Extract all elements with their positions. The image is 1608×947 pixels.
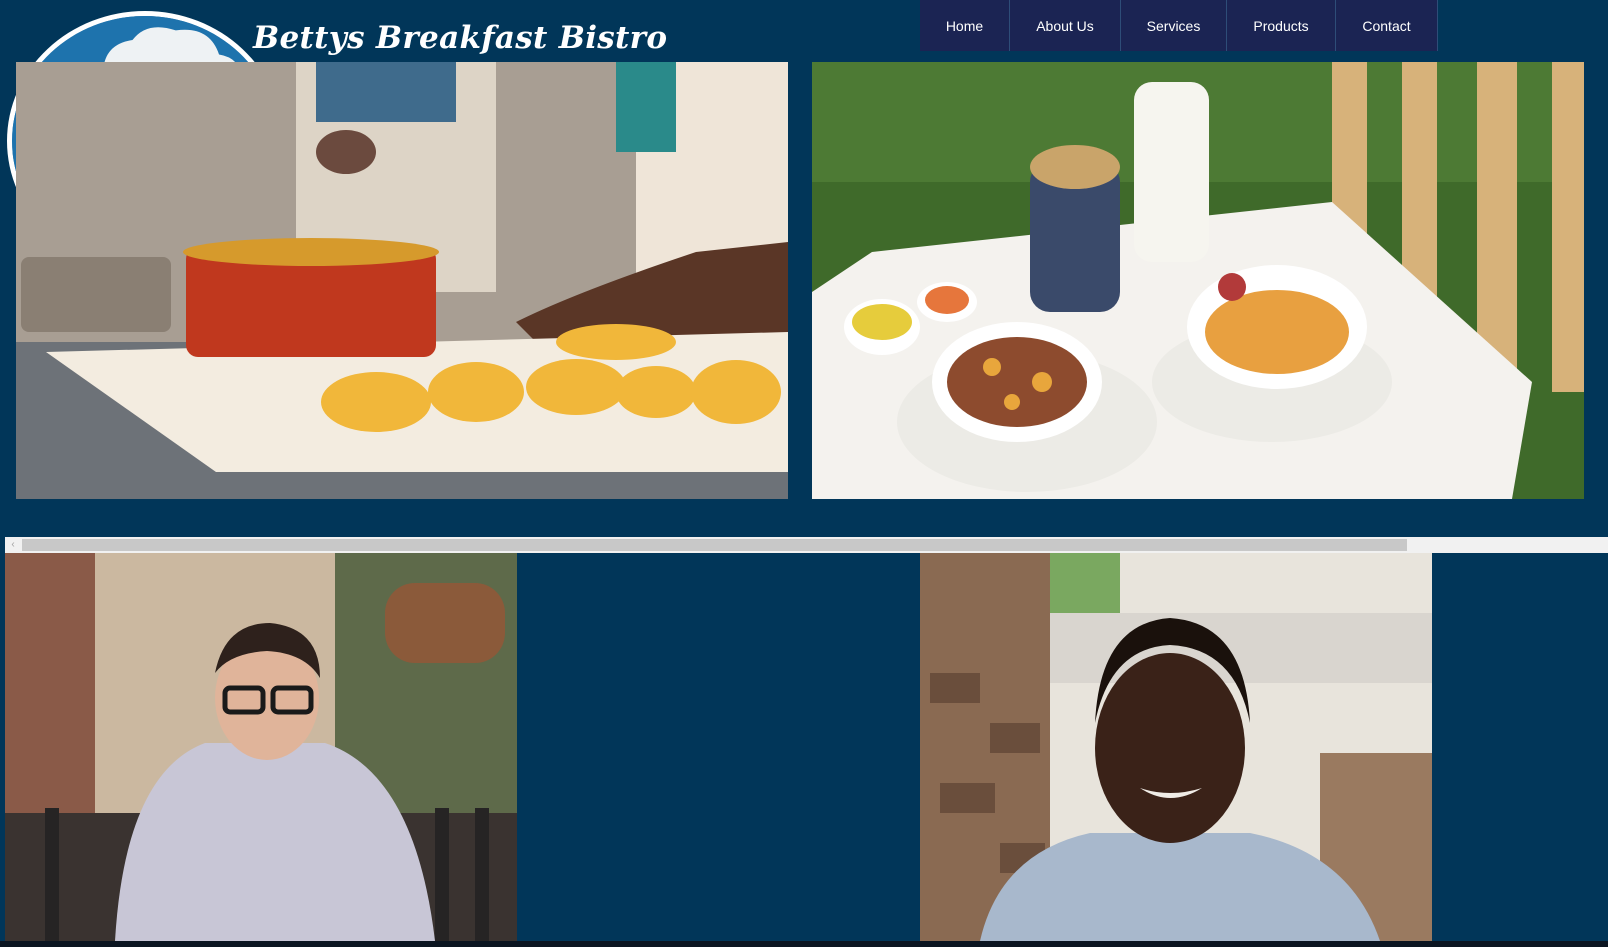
team-member-photo-2 xyxy=(920,553,1432,941)
site-title: Bettys Breakfast Bistro xyxy=(253,20,668,56)
nav-home[interactable]: Home xyxy=(920,0,1010,51)
kitchen-prep-photo xyxy=(16,62,788,499)
nav-about-us[interactable]: About Us xyxy=(1010,0,1121,51)
page-bottom-edge xyxy=(0,941,1608,947)
nav-products[interactable]: Products xyxy=(1227,0,1336,51)
horizontal-scrollbar[interactable]: ‹ xyxy=(5,537,1608,553)
breakfast-table-photo xyxy=(812,62,1584,499)
scrollbar-thumb[interactable] xyxy=(22,539,1407,551)
nav-services[interactable]: Services xyxy=(1121,0,1227,51)
scroll-left-icon[interactable]: ‹ xyxy=(5,537,21,553)
nav-contact[interactable]: Contact xyxy=(1336,0,1438,51)
team-member-photo-1 xyxy=(5,553,517,941)
main-nav: Home About Us Services Products Contact xyxy=(920,0,1438,51)
